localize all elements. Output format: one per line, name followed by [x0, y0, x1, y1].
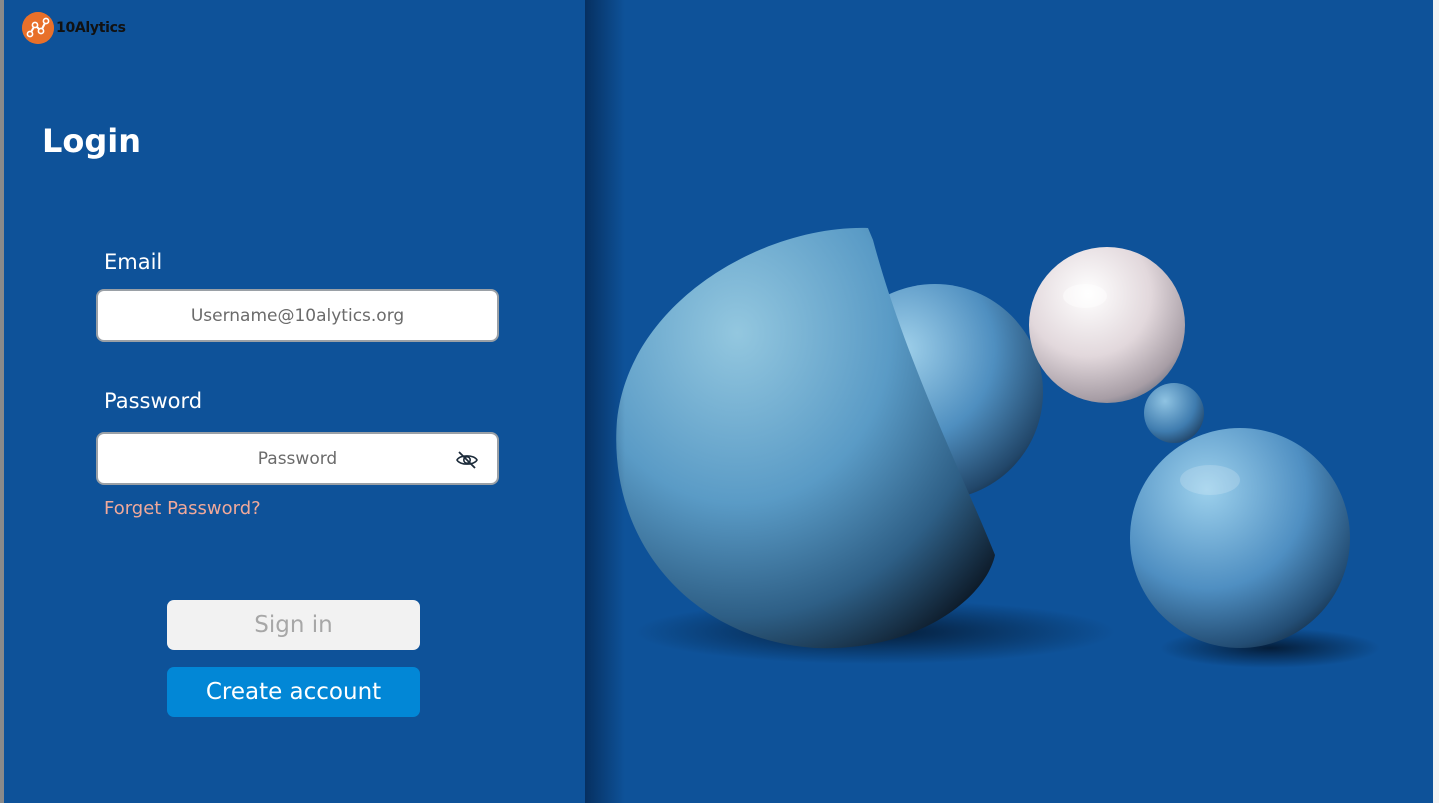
window-edge-right — [1433, 0, 1439, 803]
email-label: Email — [104, 250, 163, 274]
email-field-container — [96, 289, 499, 342]
eye-off-icon[interactable] — [455, 448, 479, 472]
forgot-password-link[interactable]: Forget Password? — [104, 498, 261, 519]
create-account-button[interactable]: Create account — [167, 667, 420, 717]
sign-in-button[interactable]: Sign in — [167, 600, 420, 650]
analytics-nodes-icon — [22, 12, 54, 44]
password-field[interactable] — [98, 433, 497, 484]
hero-panel — [585, 0, 1433, 803]
password-field-container — [96, 432, 499, 485]
email-field[interactable] — [98, 290, 497, 341]
password-label: Password — [104, 389, 203, 413]
3d-spheres-illustration — [616, 227, 1380, 668]
brand-name: 10Alytics — [56, 20, 126, 36]
page-title: Login — [42, 122, 142, 160]
brand-logo: 10Alytics — [22, 12, 126, 44]
login-window: 10Alytics Login Email Password Forget Pa… — [0, 0, 1439, 803]
login-panel: 10Alytics Login Email Password Forget Pa… — [4, 0, 585, 803]
panel-divider-shadow — [585, 0, 625, 803]
